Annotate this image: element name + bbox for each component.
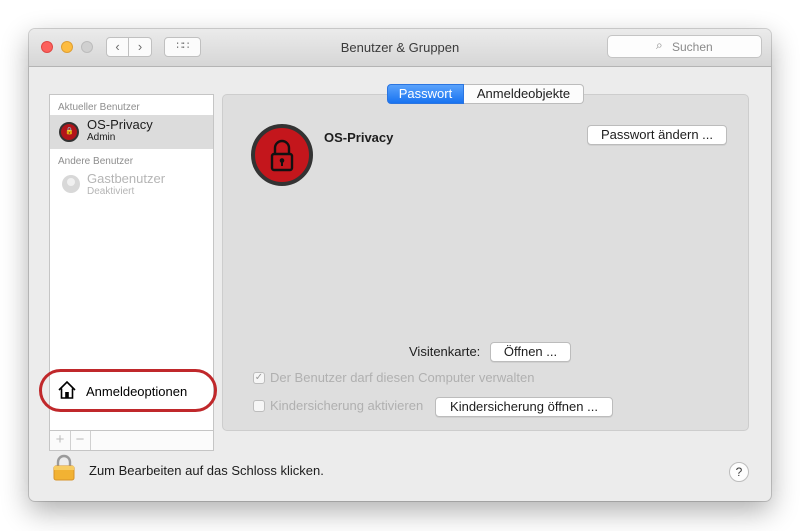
sidebar-bottom-bar: + − bbox=[49, 431, 214, 451]
allow-admin-label: Der Benutzer darf diesen Computer verwal… bbox=[270, 370, 535, 385]
vcard-label: Visitenkarte: bbox=[409, 344, 481, 359]
vcard-open-button[interactable]: Öffnen ... bbox=[490, 342, 571, 362]
titlebar: ‹ › ∷∷ Benutzer & Gruppen ⌕ Suchen bbox=[29, 29, 771, 67]
user-row-current[interactable]: 🔒 OS-Privacy Admin bbox=[50, 115, 213, 149]
search-icon: ⌕ bbox=[656, 38, 663, 52]
open-parental-control-button[interactable]: Kindersicherung öffnen ... bbox=[435, 397, 613, 417]
current-user-header: Aktueller Benutzer bbox=[58, 102, 140, 113]
other-users-header: Andere Benutzer bbox=[58, 156, 134, 167]
padlock-icon bbox=[270, 139, 294, 172]
allow-admin-checkbox[interactable]: ✓ bbox=[253, 372, 265, 384]
guest-user-name: Gastbenutzer bbox=[87, 171, 166, 186]
lock-hint-text: Zum Bearbeiten auf das Schloss klicken. bbox=[89, 463, 324, 478]
tab-password[interactable]: Passwort bbox=[387, 84, 464, 104]
padlock-icon: 🔒 bbox=[65, 128, 74, 135]
user-avatar[interactable] bbox=[251, 124, 313, 186]
guest-user-status: Deaktiviert bbox=[87, 186, 135, 197]
add-user-button[interactable]: + bbox=[50, 431, 71, 450]
parental-control-label: Kindersicherung aktivieren bbox=[270, 398, 424, 413]
parental-control-checkbox[interactable] bbox=[253, 400, 265, 412]
user-name: OS-Privacy bbox=[87, 117, 153, 132]
preferences-window: ‹ › ∷∷ Benutzer & Gruppen ⌕ Suchen Aktue… bbox=[29, 29, 771, 501]
avatar: 🔒 bbox=[59, 122, 79, 142]
change-password-button[interactable]: Passwort ändern ... bbox=[587, 125, 727, 145]
tab-login-items[interactable]: Anmeldeobjekte bbox=[464, 84, 584, 104]
remove-user-button[interactable]: − bbox=[70, 431, 91, 450]
search-input[interactable]: ⌕ Suchen bbox=[607, 35, 762, 58]
help-icon[interactable]: ? bbox=[729, 462, 749, 482]
user-row-guest[interactable]: Gastbenutzer Deaktiviert bbox=[50, 169, 213, 203]
guest-user-icon bbox=[62, 175, 80, 193]
lock-icon[interactable] bbox=[53, 454, 75, 481]
highlight-annotation bbox=[39, 369, 217, 412]
user-role: Admin bbox=[87, 132, 116, 143]
selected-user-name: OS-Privacy bbox=[324, 130, 394, 145]
search-placeholder: Suchen bbox=[672, 40, 713, 54]
